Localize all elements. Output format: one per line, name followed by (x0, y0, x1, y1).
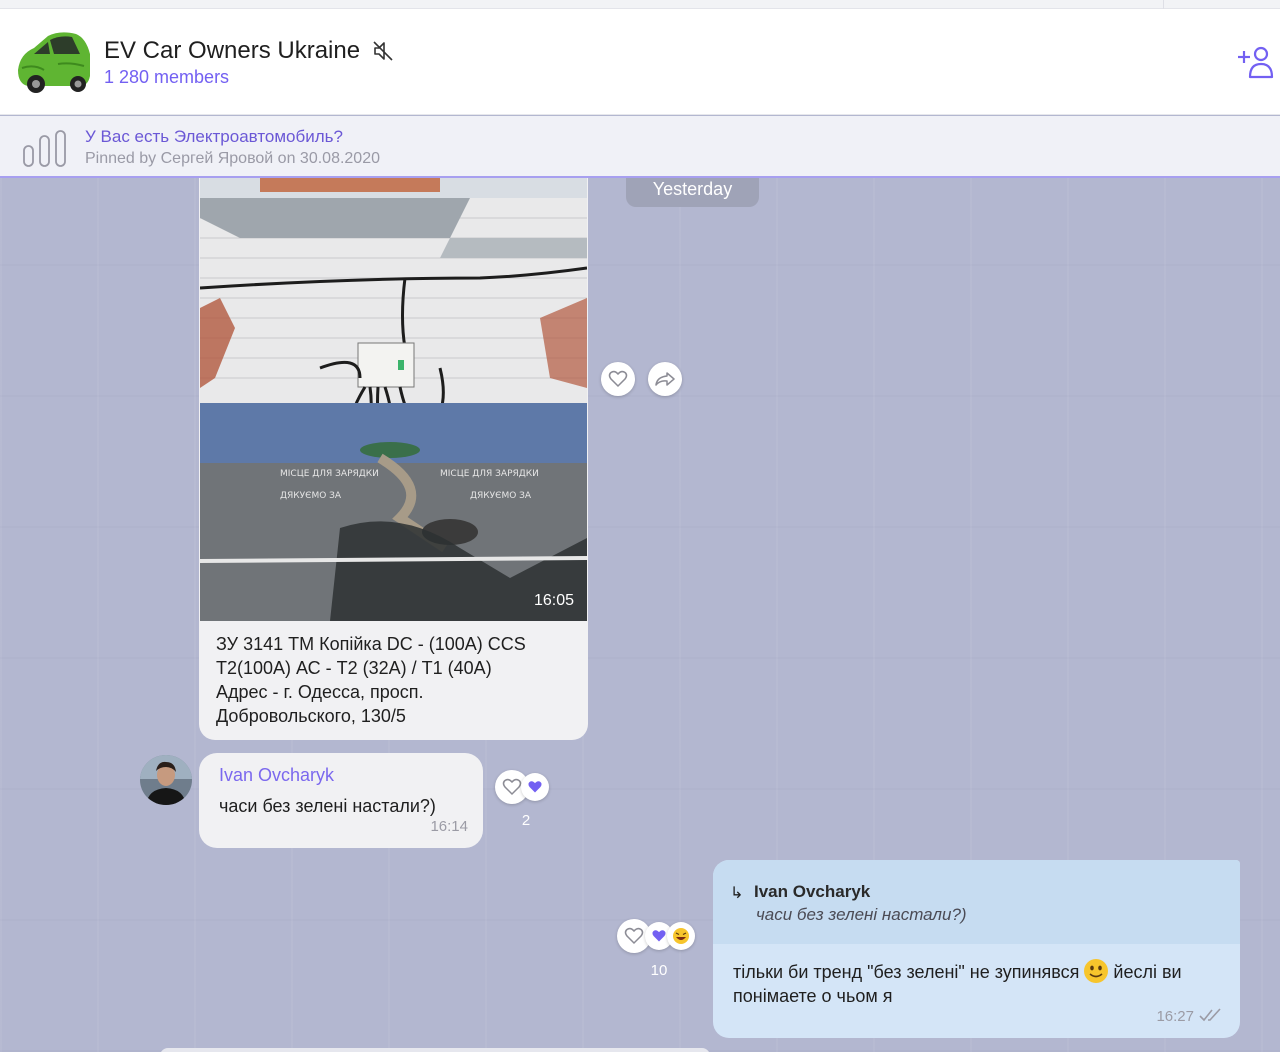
reply-arrow-icon: ↳ (730, 885, 744, 902)
reply-author: Ivan Ovcharyk (754, 882, 871, 901)
image-timestamp: 16:05 (533, 592, 574, 609)
image-message-bubble[interactable]: МІСЦЕ ДЛЯ ЗАРЯДКИ МІСЦЕ ДЛЯ ЗАРЯДКИ ДЯКУ… (199, 178, 588, 740)
group-name[interactable]: EV Car Owners Ukraine (104, 37, 360, 65)
window-top-strip (0, 0, 1280, 9)
message-text: часи без зелені настали?) (219, 796, 436, 816)
message-text-part: тільки би тренд "без зелені" не зупинявс… (733, 962, 1080, 982)
reaction-group[interactable] (495, 770, 549, 804)
message-timestamp: 16:27 (1156, 1008, 1194, 1025)
svg-text:МІСЦЕ ДЛЯ ЗАРЯДКИ: МІСЦЕ ДЛЯ ЗАРЯДКИ (280, 469, 379, 479)
pinned-message-bar[interactable]: У Вас есть Электроавтомобиль? Pinned by … (0, 116, 1280, 178)
heart-outline-icon (502, 778, 522, 796)
incoming-message-bubble[interactable]: Ivan Ovcharyk часи без зелені настали?) … (199, 753, 483, 848)
pinned-subtitle: Pinned by Сергей Яровой on 30.08.2020 (85, 150, 380, 167)
purple-heart-icon (528, 781, 542, 793)
group-title-row[interactable]: EV Car Owners Ukraine (104, 37, 394, 65)
reaction-count: 10 (650, 962, 668, 979)
smile-emoji-icon (1084, 959, 1109, 983)
svg-text:МІСЦЕ ДЛЯ ЗАРЯДКИ: МІСЦЕ ДЛЯ ЗАРЯДКИ (440, 469, 539, 479)
heart-outline-icon (624, 927, 644, 945)
user-avatar[interactable] (140, 755, 192, 805)
pinned-title[interactable]: У Вас есть Электроавтомобиль? (85, 127, 343, 147)
reaction-group[interactable] (617, 919, 695, 953)
outgoing-message-bubble[interactable]: ↳ Ivan Ovcharyk часи без зелені настали?… (713, 860, 1240, 1038)
quoted-reply[interactable]: ↳ Ivan Ovcharyk часи без зелені настали?… (713, 860, 1240, 944)
svg-text:ДЯКУЄМО ЗА: ДЯКУЄМО ЗА (470, 491, 532, 501)
poll-icon (23, 130, 66, 167)
members-count[interactable]: 1 280 members (104, 67, 229, 88)
strip-divider (1163, 0, 1164, 9)
share-button[interactable] (648, 362, 682, 396)
charging-station-photo[interactable]: МІСЦЕ ДЛЯ ЗАРЯДКИ МІСЦЕ ДЛЯ ЗАРЯДКИ ДЯКУ… (200, 178, 587, 621)
read-receipt-icon (1199, 1008, 1221, 1022)
message-author[interactable]: Ivan Ovcharyk (219, 765, 334, 786)
heart-reaction[interactable] (521, 773, 549, 801)
like-button[interactable] (601, 362, 635, 396)
muted-speaker-icon (373, 41, 393, 61)
purple-heart-icon (652, 930, 666, 942)
reply-text: часи без зелені настали?) (756, 905, 967, 924)
message-text: тільки би тренд "без зелені" не зупинявс… (733, 958, 1223, 1008)
laugh-reaction[interactable] (667, 922, 695, 950)
group-avatar-icon[interactable] (14, 24, 92, 96)
heart-outline-icon (608, 370, 628, 388)
message-timestamp: 16:14 (430, 818, 468, 835)
add-member-icon[interactable] (1236, 45, 1274, 79)
share-arrow-icon (655, 372, 675, 386)
svg-text:ДЯКУЄМО ЗА: ДЯКУЄМО ЗА (280, 491, 342, 501)
image-caption: ЗУ 3141 ТМ Копійка DC - (100А) CCS Т2(10… (216, 634, 526, 726)
laughing-emoji-icon (673, 928, 689, 944)
chat-header: EV Car Owners Ukraine 1 280 members (0, 9, 1280, 115)
reaction-count: 2 (521, 812, 531, 829)
next-message-peek (160, 1048, 710, 1052)
chat-area[interactable]: МІСЦЕ ДЛЯ ЗАРЯДКИ МІСЦЕ ДЛЯ ЗАРЯДКИ ДЯКУ… (0, 178, 1280, 1052)
date-separator: Yesterday (626, 178, 759, 207)
